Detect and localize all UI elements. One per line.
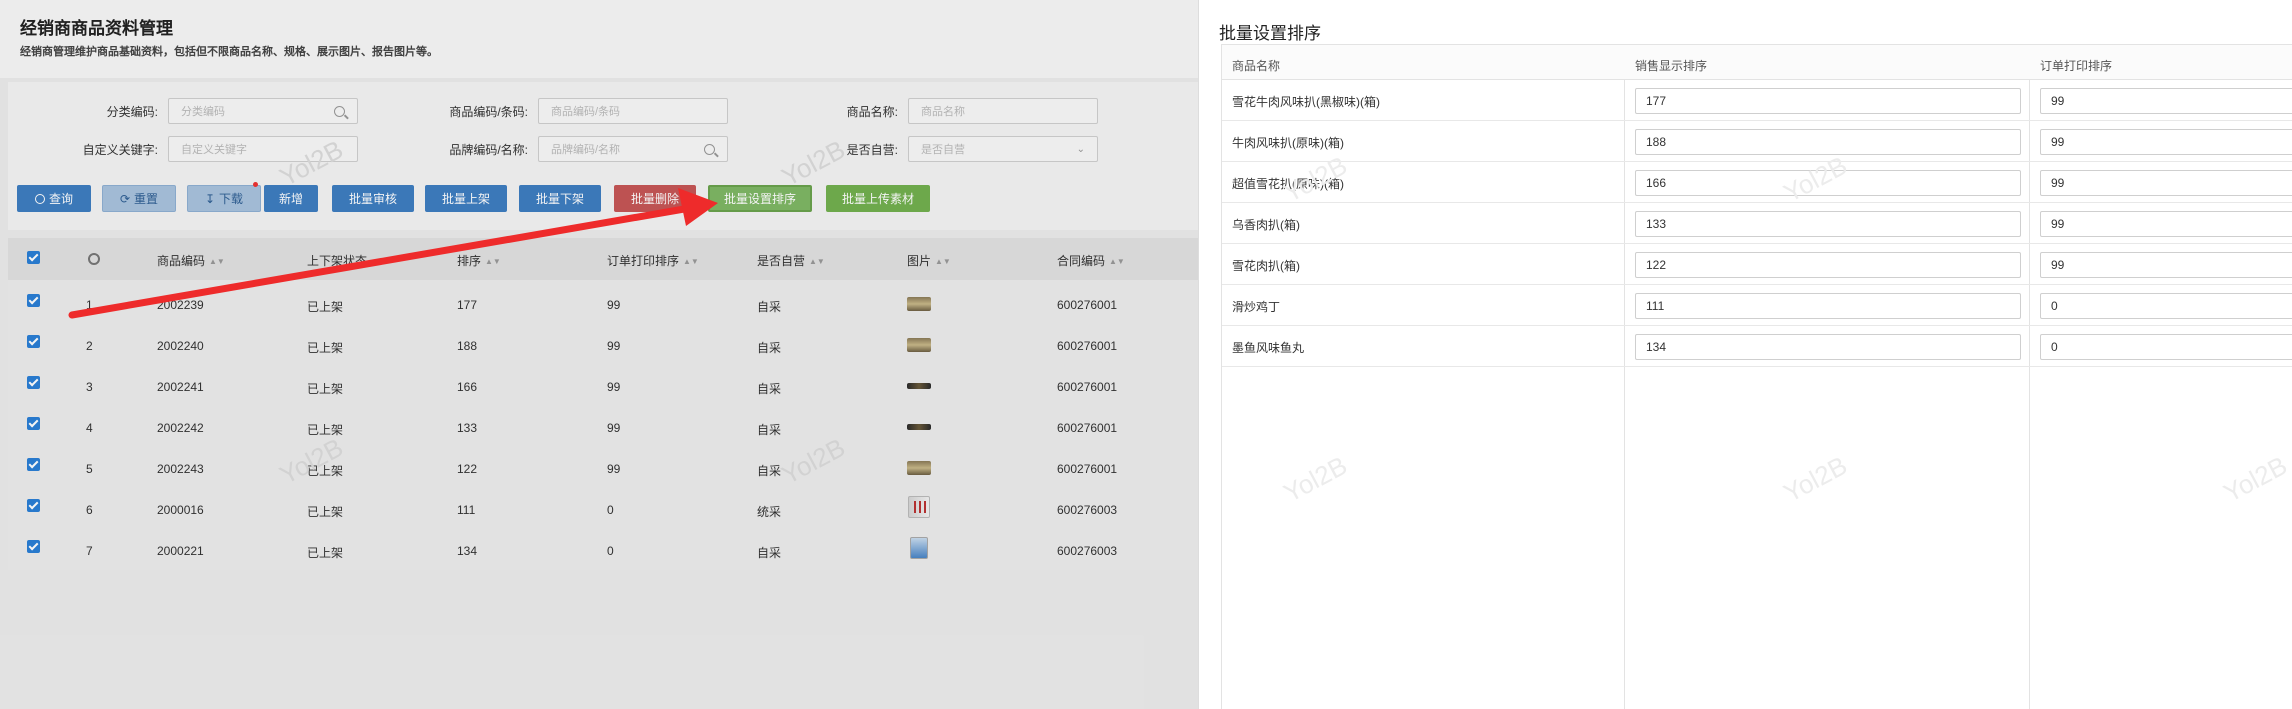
table-row: 超值雪花扒(原味)(箱) 166 99 — [1222, 162, 2292, 203]
input-value: 0 — [2051, 340, 2058, 354]
table-row: 滑炒鸡丁 111 0 — [1222, 285, 2292, 326]
input-value: 99 — [2051, 176, 2065, 190]
column-header-print-sort: 订单打印排序 — [2040, 59, 2113, 73]
product-management-page: 经销商商品资料管理 经销商管理维护商品基础资料，包括但不限商品名称、规格、展示图… — [0, 0, 1208, 709]
product-name: 墨鱼风味鱼丸 — [1232, 341, 1305, 355]
modal-title: 批量设置排序 — [1219, 24, 1321, 43]
sale-sort-input[interactable]: 188 — [1635, 129, 2021, 155]
table-row: 乌香肉扒(箱) 133 99 — [1222, 203, 2292, 244]
input-value: 122 — [1646, 258, 1667, 272]
input-value: 99 — [2051, 217, 2065, 231]
sale-sort-input[interactable]: 177 — [1635, 88, 2021, 114]
print-sort-input[interactable]: 99 — [2040, 88, 2292, 114]
product-name: 雪花肉扒(箱) — [1232, 259, 1300, 273]
input-value: 99 — [2051, 258, 2065, 272]
input-value: 99 — [2051, 94, 2065, 108]
table-row: 墨鱼风味鱼丸 134 0 — [1222, 326, 2292, 367]
sale-sort-input[interactable]: 134 — [1635, 334, 2021, 360]
input-value: 166 — [1646, 176, 1667, 190]
input-value: 99 — [2051, 135, 2065, 149]
table-row: 雪花肉扒(箱) 122 99 — [1222, 244, 2292, 285]
input-value: 0 — [2051, 299, 2058, 313]
batch-sort-modal: 批量设置排序 商品名称 销售显示排序 订单打印排序 雪花牛肉风味扒(黑椒味)(箱… — [1198, 0, 2292, 709]
modal-backdrop[interactable] — [0, 0, 1200, 709]
input-value: 134 — [1646, 340, 1667, 354]
table-row: 雪花牛肉风味扒(黑椒味)(箱) 177 99 — [1222, 80, 2292, 121]
print-sort-input[interactable]: 99 — [2040, 252, 2292, 278]
product-name: 牛肉风味扒(原味)(箱) — [1232, 136, 1344, 150]
column-header-name: 商品名称 — [1232, 59, 1281, 73]
print-sort-input[interactable]: 99 — [2040, 211, 2292, 237]
input-value: 188 — [1646, 135, 1667, 149]
input-value: 133 — [1646, 217, 1667, 231]
print-sort-input[interactable]: 0 — [2040, 293, 2292, 319]
sort-table: 商品名称 销售显示排序 订单打印排序 雪花牛肉风味扒(黑椒味)(箱) 177 9… — [1221, 44, 2292, 709]
print-sort-input[interactable]: 99 — [2040, 170, 2292, 196]
print-sort-input[interactable]: 99 — [2040, 129, 2292, 155]
table-row: 牛肉风味扒(原味)(箱) 188 99 — [1222, 121, 2292, 162]
product-name: 滑炒鸡丁 — [1232, 300, 1281, 314]
watermark: Yol2B — [2218, 450, 2292, 509]
sale-sort-input[interactable]: 111 — [1635, 293, 2021, 319]
input-value: 177 — [1646, 94, 1667, 108]
product-name: 雪花牛肉风味扒(黑椒味)(箱) — [1232, 95, 1380, 109]
sale-sort-input[interactable]: 122 — [1635, 252, 2021, 278]
column-header-sale-sort: 销售显示排序 — [1635, 59, 1708, 73]
input-value: 111 — [1646, 299, 1665, 313]
sale-sort-input[interactable]: 133 — [1635, 211, 2021, 237]
print-sort-input[interactable]: 0 — [2040, 334, 2292, 360]
sort-table-header: 商品名称 销售显示排序 订单打印排序 — [1222, 44, 2292, 80]
product-name: 乌香肉扒(箱) — [1232, 218, 1300, 232]
